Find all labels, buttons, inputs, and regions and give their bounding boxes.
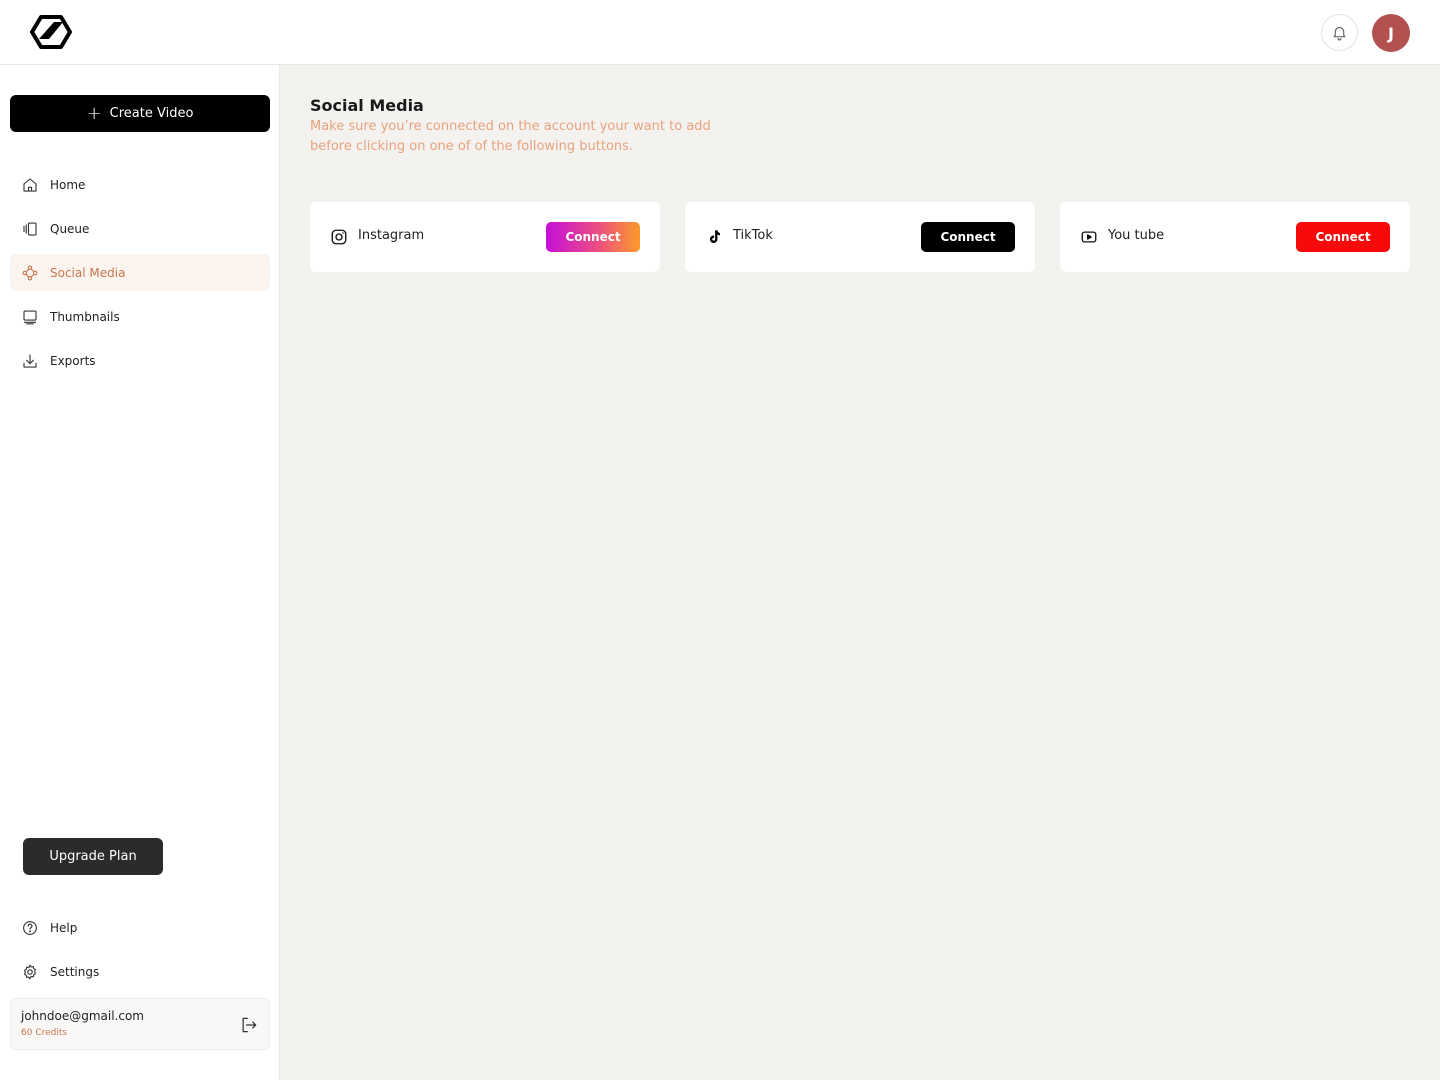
platform-name: Instagram — [358, 228, 425, 243]
instagram-connect-button[interactable]: Connect — [546, 222, 640, 252]
sidebar-item-label: Thumbnails — [50, 309, 120, 324]
sidebar-item-thumbnails[interactable]: Thumbnails — [10, 298, 270, 335]
home-icon — [23, 177, 37, 192]
sidebar-item-label: Queue — [50, 221, 90, 236]
page-subtitle: Make sure you’re connected on the accoun… — [310, 119, 711, 154]
sidebar-item-exports[interactable]: Exports — [10, 342, 270, 379]
sidebar-item-label: Settings — [50, 964, 100, 979]
platform-name: You tube — [1108, 228, 1165, 243]
sidebar-item-label: Help — [50, 920, 78, 935]
sidebar-item-label: Home — [50, 177, 86, 192]
page-title: Social Media — [310, 96, 424, 115]
sidebar-item-label: Social Media — [50, 265, 126, 280]
help-circle-icon — [23, 920, 37, 935]
logout-icon — [242, 1017, 257, 1033]
sidebar-item-settings[interactable]: Settings — [10, 953, 270, 990]
youtube-card: You tube Connect — [1060, 202, 1410, 272]
sidebar-item-help[interactable]: Help — [10, 909, 270, 946]
tiktok-connect-button[interactable]: Connect — [921, 222, 1015, 252]
instagram-icon — [331, 229, 347, 245]
credits-count: 60 Credits — [21, 1028, 68, 1038]
plus-icon: + — [86, 102, 102, 124]
queue-icon — [23, 221, 37, 236]
top-bar: J — [0, 0, 1440, 65]
sidebar-item-social-media[interactable]: Social Media — [10, 254, 270, 291]
upgrade-plan-button[interactable]: Upgrade Plan — [23, 838, 163, 875]
social-share-icon — [22, 265, 38, 280]
sidebar-item-home[interactable]: Home — [10, 166, 270, 203]
create-video-button[interactable]: + Create Video — [10, 95, 270, 132]
sidebar-item-label: Exports — [50, 353, 96, 368]
main-content: Social Media Make sure you’re connected … — [280, 65, 1440, 1080]
download-icon — [23, 353, 37, 368]
account-panel: johndoe@gmail.com 60 Credits — [10, 998, 270, 1050]
youtube-icon — [1081, 231, 1097, 243]
bell-icon — [1333, 27, 1346, 41]
tiktok-card: TikTok Connect — [685, 202, 1035, 272]
instagram-card: Instagram Connect — [310, 202, 660, 272]
sidebar-item-queue[interactable]: Queue — [10, 210, 270, 247]
gear-icon — [24, 964, 36, 979]
logout-button[interactable] — [239, 1015, 259, 1035]
youtube-connect-button[interactable]: Connect — [1296, 222, 1390, 252]
sidebar: + Create Video Home Queue Social Media T… — [0, 65, 280, 1080]
thumbnails-icon — [23, 309, 37, 324]
notification-button[interactable] — [1321, 14, 1358, 51]
tiktok-icon — [709, 230, 720, 243]
account-email: johndoe@gmail.com — [21, 1009, 144, 1023]
hexagon-check-logo-icon[interactable] — [30, 14, 72, 50]
platform-name: TikTok — [733, 228, 773, 243]
avatar[interactable]: J — [1372, 14, 1410, 52]
create-video-label: Create Video — [109, 106, 194, 121]
